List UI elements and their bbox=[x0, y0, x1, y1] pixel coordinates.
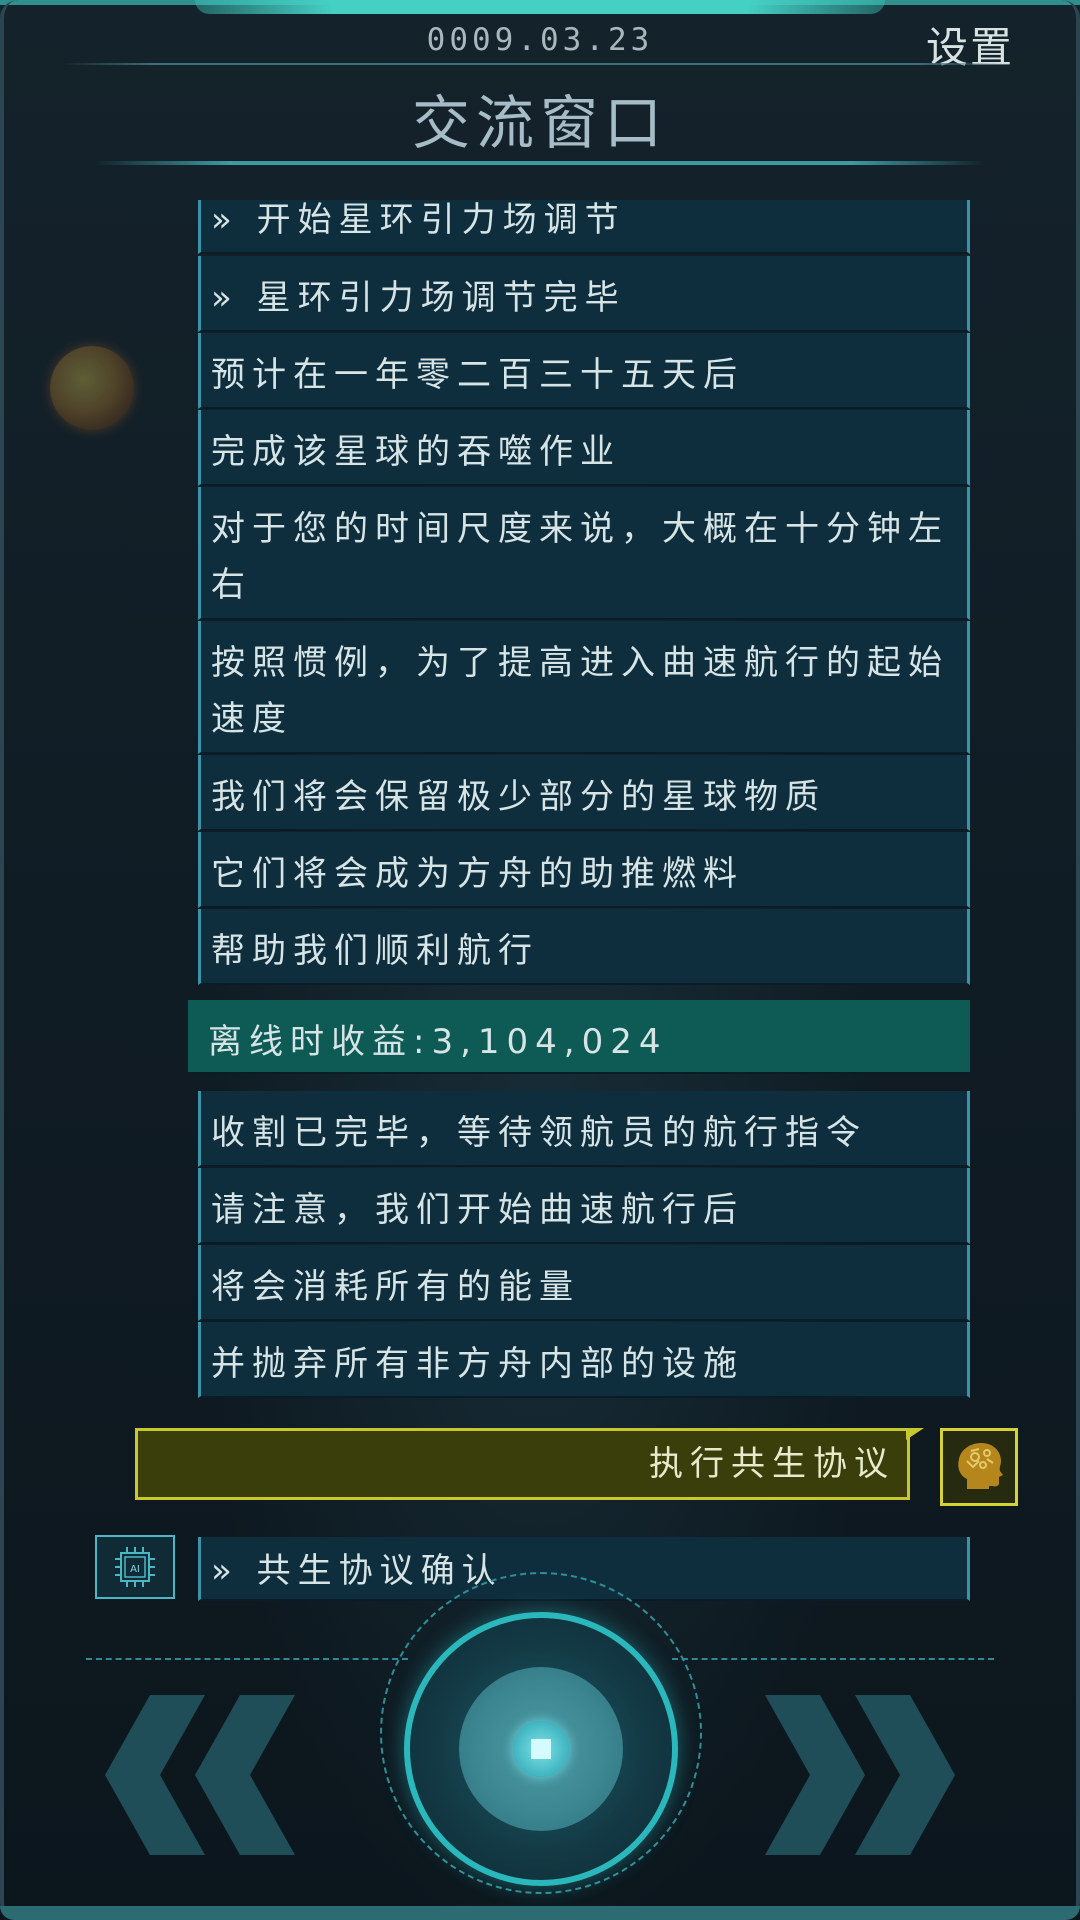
game-screen: 0009.03.23 设置 交流窗口 » 开始星环引力场调节 » 星环引力场调节… bbox=[0, 0, 1080, 1920]
svg-text:AI: AI bbox=[130, 1564, 140, 1575]
message-item: 并抛弃所有非方舟内部的设施 bbox=[198, 1322, 970, 1398]
chevron-right-icon bbox=[765, 1695, 865, 1855]
command-message: 执行共生协议 bbox=[135, 1428, 910, 1500]
ai-chip-icon: AI bbox=[115, 1547, 155, 1587]
brain-head-icon bbox=[958, 1443, 1003, 1489]
bottom-divider-right bbox=[672, 1658, 994, 1660]
double-chevron-right-icon bbox=[855, 1695, 955, 1855]
message-item: 完成该星球的吞噬作业 bbox=[198, 410, 970, 486]
message-item: 将会消耗所有的能量 bbox=[198, 1245, 970, 1321]
message-item: » 开始星环引力场调节 bbox=[198, 200, 970, 254]
player-avatar bbox=[940, 1428, 1018, 1506]
message-item: » 星环引力场调节完毕 bbox=[198, 256, 970, 332]
bottom-frame-bar bbox=[0, 1906, 1080, 1920]
ai-avatar: AI bbox=[95, 1535, 175, 1599]
message-item: 预计在一年零二百三十五天后 bbox=[198, 333, 970, 409]
bottom-divider-left bbox=[86, 1658, 408, 1660]
message-item: 收割已完毕，等待领航员的航行指令 bbox=[198, 1091, 970, 1167]
message-log[interactable]: » 开始星环引力场调节 » 星环引力场调节完毕 预计在一年零二百三十五天后 完成… bbox=[0, 200, 1080, 1600]
message-item: 按照惯例，为了提高进入曲速航行的起始速度 bbox=[198, 621, 970, 754]
double-chevron-left-icon bbox=[105, 1695, 205, 1855]
header-divider bbox=[60, 63, 1010, 65]
title-underline bbox=[95, 161, 985, 165]
message-item: 帮助我们顺利航行 bbox=[198, 909, 970, 985]
settings-button[interactable]: 设置 bbox=[926, 14, 1014, 75]
message-item: 对于您的时间尺度来说，大概在十分钟左右 bbox=[198, 487, 970, 620]
message-item: 请注意，我们开始曲速航行后 bbox=[198, 1168, 970, 1244]
game-date: 0009.03.23 bbox=[426, 22, 654, 58]
offline-income-message: 离线时收益:3,104,024 bbox=[188, 1000, 970, 1074]
chevron-left-icon bbox=[195, 1695, 295, 1855]
page-title: 交流窗口 bbox=[411, 89, 668, 157]
message-item: 它们将会成为方舟的助推燃料 bbox=[198, 832, 970, 908]
message-item: 我们将会保留极少部分的星球物质 bbox=[198, 755, 970, 831]
top-glow-bar bbox=[195, 0, 885, 14]
stop-square-icon bbox=[531, 1739, 551, 1759]
